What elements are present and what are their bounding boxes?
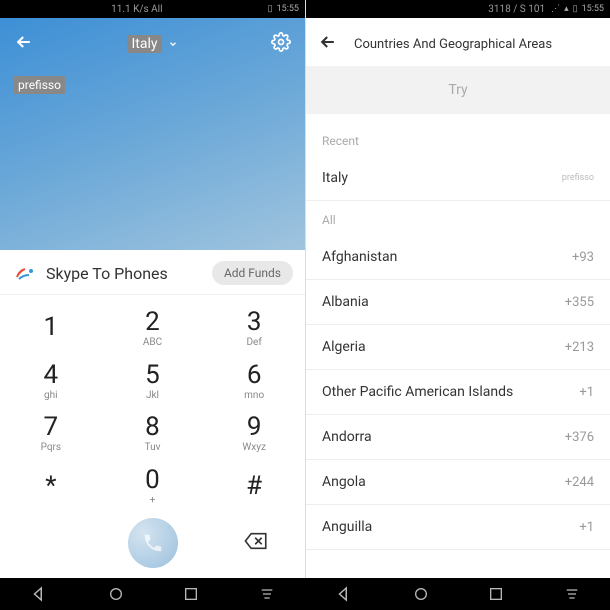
status-time: 15:55 [277,4,299,14]
back-icon[interactable] [318,32,338,56]
backspace-button[interactable] [243,531,269,555]
list-item[interactable]: Italy prefisso [306,156,610,201]
battery-icon: ▯ [573,4,578,14]
country-name: Italy [322,170,348,186]
nav-back-icon[interactable] [335,585,353,603]
nav-recent-icon[interactable] [183,586,199,602]
country-code: +244 [565,475,594,490]
list-item[interactable]: Other Pacific American Islands +1 [306,370,610,415]
battery-icon: ▯ [268,4,273,14]
nav-bar-left [0,578,305,610]
nav-home-icon[interactable] [108,586,124,602]
country-code: +355 [565,295,594,310]
page-title: Countries And Geographical Areas [354,37,552,52]
recent-section-label: Recent [306,122,610,156]
nav-home-icon[interactable] [413,586,429,602]
country-name: Other Pacific American Islands [322,384,513,400]
nav-bar-right [305,578,610,610]
nav-menu-icon[interactable] [259,586,275,602]
list-item[interactable]: Andorra +376 [306,415,610,460]
all-section-label: All [306,201,610,235]
key-1[interactable]: 1 [0,301,102,354]
status-speed: 11.1 K/s All [6,4,268,15]
key-3[interactable]: 3Def [203,301,305,354]
country-name: Italy [127,35,161,53]
phone-icon [142,532,164,554]
country-code: +213 [565,340,594,355]
list-item[interactable]: Anguilla +1 [306,505,610,550]
nav-back-icon[interactable] [30,585,48,603]
settings-icon[interactable] [271,32,291,56]
country-code: +93 [572,250,594,265]
list-item[interactable]: Albania +355 [306,280,610,325]
country-code: +376 [565,430,594,445]
prefix-label: prefisso [14,76,65,94]
list-item[interactable]: Angola +244 [306,460,610,505]
country-code: +1 [579,385,594,400]
country-list[interactable]: Recent Italy prefisso All Afghanistan +93… [306,122,610,578]
status-bar-right: 3118 / S 101 ⋰ ▴ ▯ 15:55 [306,0,610,18]
skype-icon [12,260,38,286]
key-6[interactable]: 6mno [203,354,305,407]
search-placeholder: Try [448,82,467,98]
country-name: Anguilla [322,519,372,535]
list-item[interactable]: Afghanistan +93 [306,235,610,280]
wifi-icon: ⋰ [551,4,560,14]
country-name: Algeria [322,339,366,355]
country-selector[interactable]: Italy [127,35,177,53]
key-2[interactable]: 2ABC [102,301,204,354]
status-time: 15:55 [582,4,604,14]
key-4[interactable]: 4ghi [0,354,102,407]
status-bar-left: 11.1 K/s All ▯ 15:55 [0,0,305,18]
key-5[interactable]: 5Jkl [102,354,204,407]
country-name: Angola [322,474,366,490]
key-0[interactable]: 0+ [102,459,204,512]
skype-label: Skype To Phones [46,264,212,283]
status-net: 3118 / S 101 [312,4,551,15]
dialer-header: Italy prefisso [0,18,305,250]
key-hash[interactable]: # [203,459,305,512]
key-8[interactable]: 8Tuv [102,407,204,460]
skype-to-phones-row: Skype To Phones Add Funds [0,250,305,295]
dialpad: 1 2ABC 3Def 4ghi 5Jkl 6mno 7Pqrs 8Tuv 9W… [0,295,305,512]
country-code: prefisso [562,173,594,183]
signal-icon: ▴ [564,4,569,14]
chevron-down-icon [168,39,178,49]
call-button[interactable] [128,518,178,568]
back-icon[interactable] [14,32,34,56]
country-name: Albania [322,294,369,310]
countries-header: Countries And Geographical Areas [306,18,610,66]
country-name: Afghanistan [322,249,397,265]
add-funds-button[interactable]: Add Funds [212,261,293,285]
key-9[interactable]: 9Wxyz [203,407,305,460]
country-code: +1 [579,520,594,535]
country-name: Andorra [322,429,372,445]
nav-recent-icon[interactable] [488,586,504,602]
backspace-icon [243,531,269,551]
list-item[interactable]: Algeria +213 [306,325,610,370]
key-7[interactable]: 7Pqrs [0,407,102,460]
search-input[interactable]: Try [306,66,610,114]
key-star[interactable]: * [0,459,102,512]
nav-menu-icon[interactable] [564,586,580,602]
